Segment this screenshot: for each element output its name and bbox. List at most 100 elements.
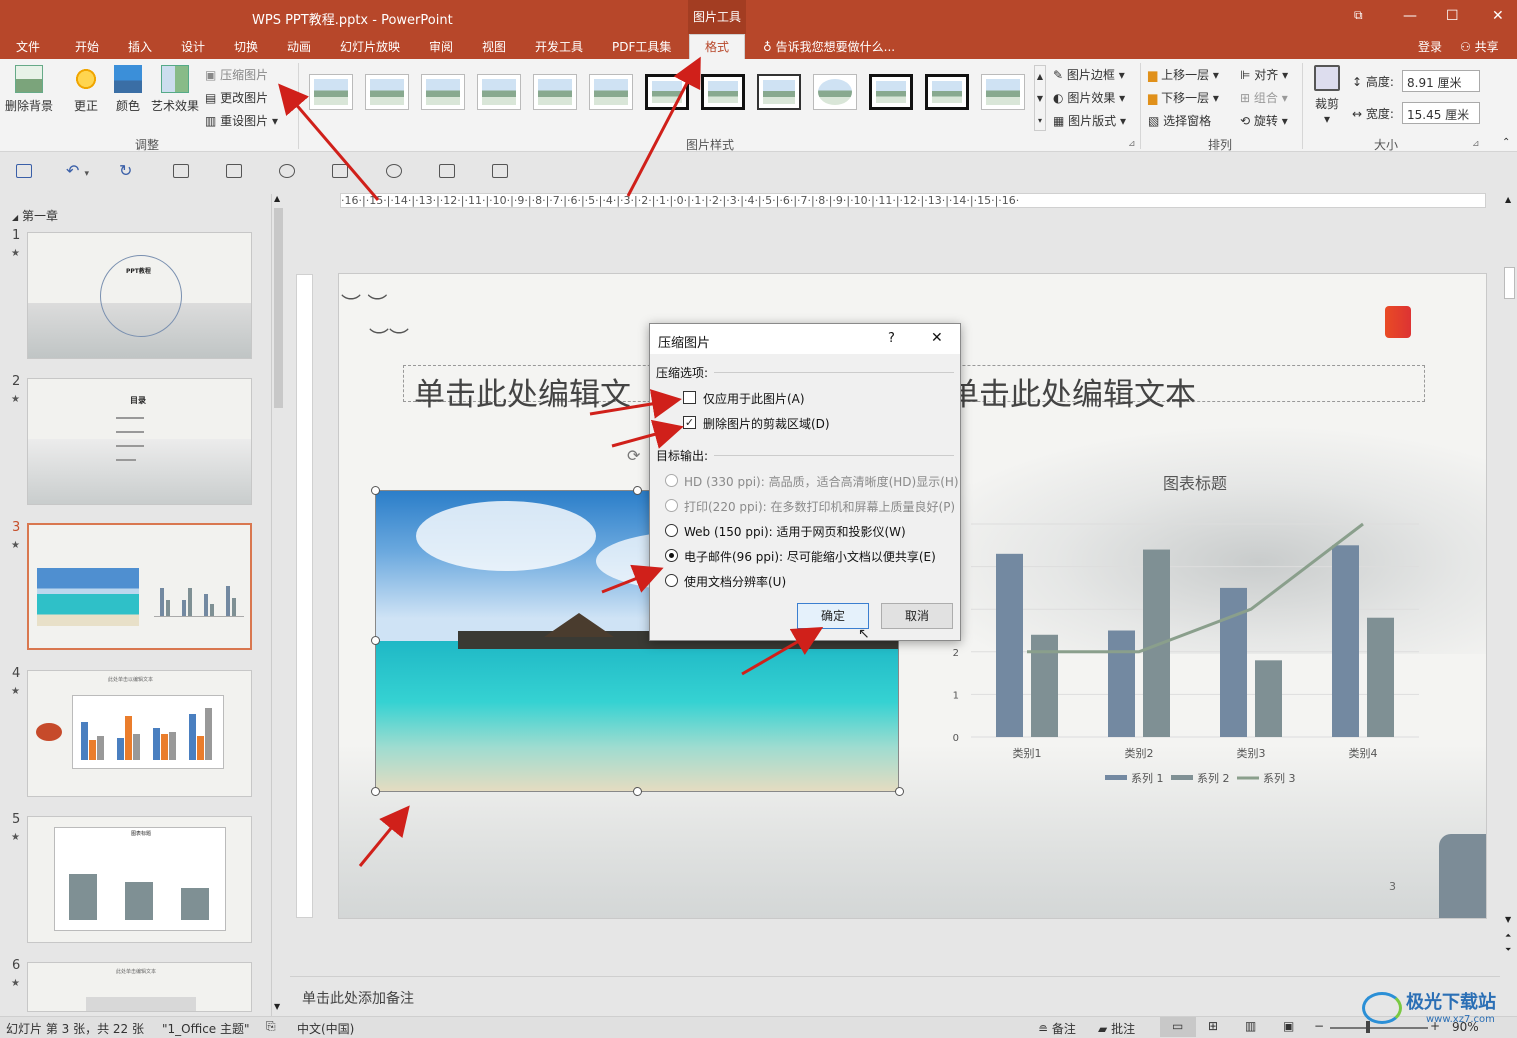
picture-border-button[interactable]: ✎ 图片边框 ▾ — [1053, 66, 1125, 83]
language-indicator[interactable]: 中文(中国) — [297, 1020, 354, 1037]
resize-handle[interactable] — [371, 486, 380, 495]
shape-icon[interactable] — [279, 164, 295, 178]
chart[interactable]: 图表标题 0 1 2 类别1 类别2 类别3 类别4 系列 1 系列 2 系列 3 — [919, 454, 1439, 799]
slide-thumbnail-2[interactable]: 目录 — [27, 378, 252, 505]
zoom-icon[interactable] — [386, 164, 402, 178]
picture-style-option[interactable] — [421, 74, 465, 110]
previous-slide-icon[interactable]: ⏶ — [1505, 931, 1511, 941]
picture-effects-button[interactable]: ◐ 图片效果 ▾ — [1053, 89, 1125, 106]
radio-web[interactable] — [665, 524, 678, 537]
artistic-effects-button[interactable]: 艺术效果 — [150, 65, 200, 114]
tab-slideshow[interactable]: 幻灯片放映 — [340, 38, 400, 55]
delete-cropped-checkbox[interactable]: ✓ — [683, 416, 696, 429]
slide-thumbnail-6[interactable]: 此处单击编辑文本 — [27, 962, 252, 1012]
minimize-button[interactable]: — — [1403, 8, 1417, 24]
textbox-icon[interactable] — [226, 164, 242, 178]
document-icon[interactable] — [492, 164, 508, 178]
picture-style-option[interactable] — [589, 74, 633, 110]
section-header[interactable]: ◢ 第一章 — [12, 207, 58, 224]
group-button[interactable]: ⊞ 组合 ▾ — [1240, 89, 1288, 106]
slide-thumbnail-3-selected[interactable] — [27, 523, 252, 650]
rotate-button[interactable]: ⟲ 旋转 ▾ — [1240, 112, 1288, 129]
picture-style-option[interactable] — [757, 74, 801, 110]
radio-print-label[interactable]: 打印(220 ppi): 在多数打印机和屏幕上质量良好(P) — [684, 498, 955, 515]
spellcheck-icon[interactable]: ⎘ — [266, 1019, 276, 1034]
delete-cropped-label[interactable]: 删除图片的剪裁区域(D) — [703, 415, 830, 432]
corrections-button[interactable]: 更正 — [70, 65, 102, 114]
dialog-close-button[interactable]: ✕ — [931, 330, 943, 346]
resize-handle[interactable] — [371, 636, 380, 645]
bring-forward-button[interactable]: ▆ 上移一层 ▾ — [1148, 66, 1219, 83]
tab-home[interactable]: 开始 — [75, 38, 99, 55]
gallery-scroll[interactable]: ▲ ▼ ▾ — [1034, 65, 1046, 131]
radio-email-label[interactable]: 电子邮件(96 ppi): 尽可能缩小文档以便共享(E) — [684, 548, 936, 565]
slideshow-icon[interactable]: ▣ — [1283, 1019, 1294, 1033]
new-slide-icon[interactable] — [173, 164, 189, 178]
cancel-button[interactable]: 取消 — [881, 603, 953, 629]
resize-handle[interactable] — [371, 787, 380, 796]
login-link[interactable]: 登录 — [1418, 38, 1442, 55]
picture-style-option[interactable] — [477, 74, 521, 110]
scroll-up-icon[interactable]: ▲ — [1505, 195, 1511, 204]
radio-print[interactable] — [665, 499, 678, 512]
radio-hd[interactable] — [665, 474, 678, 487]
tell-me-box[interactable]: ♁ 告诉我您想要做什么... — [763, 38, 895, 55]
reset-picture-button[interactable]: ▥ 重设图片 ▾ — [205, 112, 278, 129]
scroll-up-icon[interactable]: ▲ — [274, 194, 280, 203]
picture-style-option[interactable] — [533, 74, 577, 110]
redo-icon[interactable]: ↻ — [119, 161, 132, 180]
scroll-down-icon[interactable]: ▼ — [1505, 915, 1511, 924]
radio-document-resolution-label[interactable]: 使用文档分辨率(U) — [684, 573, 786, 590]
ribbon-display-icon[interactable]: ⧉ — [1354, 8, 1363, 23]
tab-insert[interactable]: 插入 — [128, 38, 152, 55]
next-slide-icon[interactable]: ⏷ — [1505, 945, 1511, 955]
tab-view[interactable]: 视图 — [482, 38, 506, 55]
zoom-out-icon[interactable]: − — [1314, 1019, 1324, 1033]
apply-only-label[interactable]: 仅应用于此图片(A) — [703, 390, 805, 407]
apply-only-checkbox[interactable] — [683, 391, 696, 404]
normal-view-button[interactable]: ▭ — [1160, 1017, 1196, 1037]
check-icon[interactable] — [439, 164, 455, 178]
tab-animations[interactable]: 动画 — [287, 38, 311, 55]
compress-pictures-button[interactable]: ▣ 压缩图片 — [205, 66, 268, 83]
radio-hd-label[interactable]: HD (330 ppi): 高品质，适合高清晰度(HD)显示(H) — [684, 473, 959, 490]
styles-launcher-icon[interactable]: ⊿ — [1128, 139, 1136, 149]
picture-style-option[interactable] — [309, 74, 353, 110]
picture-style-option[interactable] — [701, 74, 745, 110]
resize-handle[interactable] — [895, 787, 904, 796]
scroll-down-icon[interactable]: ▼ — [274, 1002, 280, 1011]
resize-handle[interactable] — [633, 486, 642, 495]
notes-pane[interactable]: 单击此处添加备注 — [290, 976, 1500, 1016]
save-icon[interactable] — [16, 164, 32, 178]
color-button[interactable]: 颜色 — [112, 65, 144, 114]
help-button[interactable]: ? — [888, 331, 895, 346]
comments-toggle[interactable]: ▰ 批注 — [1098, 1020, 1135, 1037]
picture-layout-button[interactable]: ▦ 图片版式 ▾ — [1053, 112, 1126, 129]
picture-style-option[interactable] — [645, 74, 689, 110]
crop-button[interactable]: 裁剪 ▾ — [1308, 65, 1346, 126]
size-launcher-icon[interactable]: ⊿ — [1472, 139, 1480, 149]
tab-review[interactable]: 审阅 — [429, 38, 453, 55]
close-window-button[interactable]: ✕ — [1492, 8, 1504, 24]
reading-view-icon[interactable]: ▥ — [1245, 1019, 1256, 1033]
scroll-thumb[interactable] — [1504, 267, 1515, 299]
radio-email[interactable] — [665, 549, 678, 562]
picture-style-option[interactable] — [813, 74, 857, 110]
change-picture-button[interactable]: ▤ 更改图片 — [205, 89, 268, 106]
rotate-handle-icon[interactable]: ⟳ — [627, 446, 640, 465]
notes-toggle[interactable]: ≘ 备注 — [1038, 1020, 1076, 1037]
picture-icon[interactable] — [332, 164, 348, 178]
slide-sorter-icon[interactable]: ⊞ — [1208, 1019, 1218, 1033]
remove-background-button[interactable]: 删除背景 — [4, 65, 54, 114]
slide-thumbnail-4[interactable]: 此处单击以编辑文本 — [27, 670, 252, 797]
picture-style-option[interactable] — [365, 74, 409, 110]
send-backward-button[interactable]: ▆ 下移一层 ▾ — [1148, 89, 1219, 106]
tab-file[interactable]: 文件 — [16, 38, 40, 55]
selection-pane-button[interactable]: ▧ 选择窗格 — [1148, 112, 1211, 129]
picture-style-option[interactable] — [981, 74, 1025, 110]
share-button[interactable]: ⚇ 共享 — [1460, 38, 1499, 55]
picture-style-option[interactable] — [925, 74, 969, 110]
scroll-thumb[interactable] — [274, 208, 283, 408]
slide-thumbnail-5[interactable]: 图表标题 — [27, 816, 252, 943]
align-button[interactable]: ⊫ 对齐 ▾ — [1240, 66, 1288, 83]
